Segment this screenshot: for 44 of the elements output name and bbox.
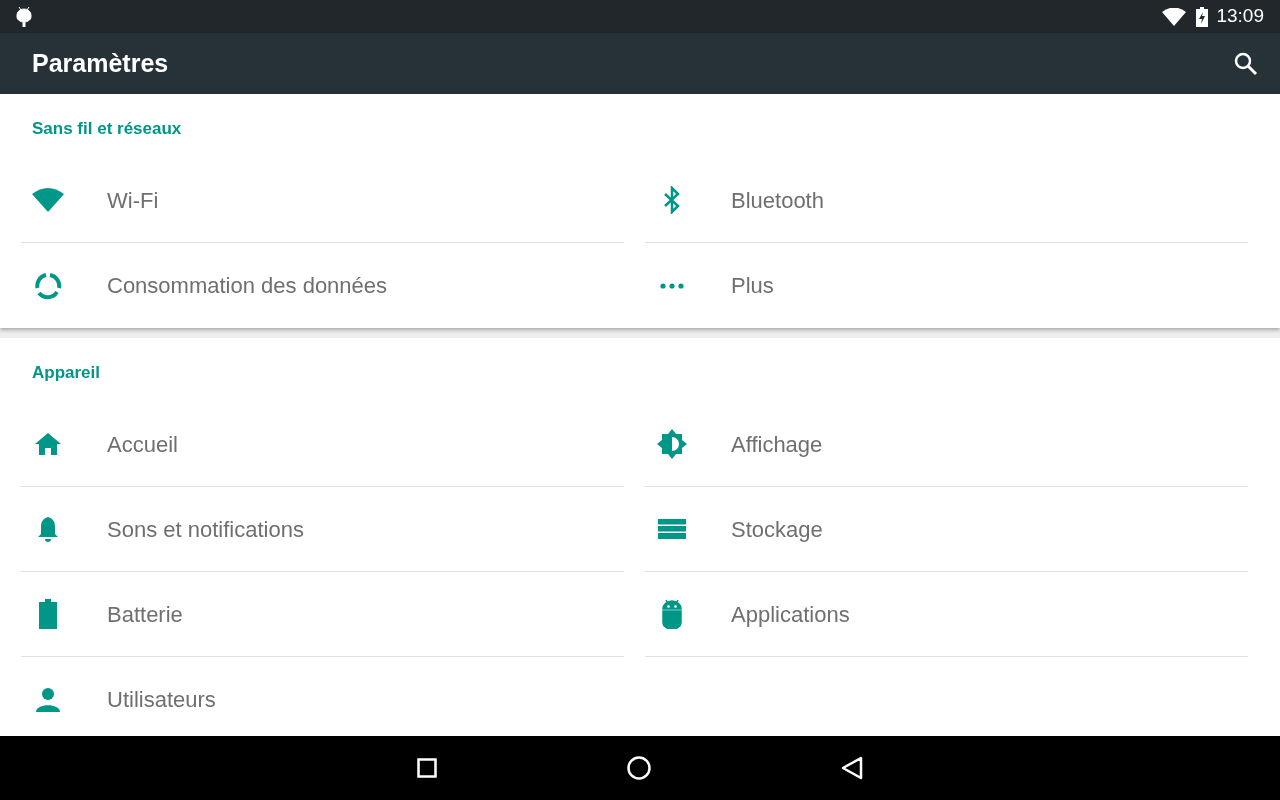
more-icon — [660, 282, 684, 289]
settings-item[interactable]: Bluetooth — [645, 158, 1248, 243]
item-label: Sons et notifications — [107, 515, 304, 544]
section-header: Appareil — [31, 362, 102, 384]
item-label: Applications — [731, 600, 850, 629]
item-label: Utilisateurs — [107, 686, 216, 714]
search-icon[interactable] — [1234, 51, 1258, 76]
settings-item[interactable]: Applications — [645, 572, 1248, 657]
settings-item[interactable]: Accueil — [21, 402, 624, 487]
section-header: Sans fil et réseaux — [31, 118, 183, 140]
item-label: Batterie — [107, 600, 183, 629]
wifi-icon — [1162, 7, 1187, 26]
settings-item[interactable]: Affichage — [645, 402, 1248, 487]
item-label: Consommation des données — [107, 272, 388, 300]
wifi-icon — [32, 188, 64, 212]
item-label: Wi-Fi — [107, 186, 159, 215]
home-icon — [35, 433, 61, 455]
home-circle-icon[interactable] — [627, 756, 651, 780]
ring-icon — [34, 271, 62, 300]
app-title: Paramètres — [32, 47, 170, 79]
settings-item[interactable]: Stockage — [645, 487, 1248, 572]
item-label: Affichage — [731, 430, 823, 459]
person-icon — [36, 687, 60, 712]
brightness-icon — [657, 429, 687, 459]
robot-icon — [661, 599, 683, 629]
bell-icon — [36, 515, 60, 543]
item-label: Accueil — [107, 430, 178, 459]
storage-icon — [658, 519, 686, 539]
item-label: Plus — [731, 272, 774, 300]
battery-icon — [39, 599, 57, 629]
item-label: Bluetooth — [731, 186, 824, 215]
battery-charging-icon — [1196, 6, 1209, 27]
settings-item[interactable]: Wi-Fi — [21, 158, 624, 243]
settings-item[interactable]: Batterie — [21, 572, 624, 657]
back-icon[interactable] — [841, 756, 863, 780]
settings-item[interactable]: Consommation des données — [21, 243, 624, 328]
settings-item[interactable]: Sons et notifications — [21, 487, 624, 572]
settings-item[interactable]: Plus — [645, 243, 1248, 328]
clock-time: 13:09 — [1216, 4, 1264, 29]
settings-item[interactable]: Utilisateurs — [21, 657, 624, 736]
bluetooth-icon — [663, 186, 681, 214]
item-label: Stockage — [731, 515, 823, 544]
robot-icon — [16, 6, 32, 27]
square-icon[interactable] — [417, 758, 437, 778]
